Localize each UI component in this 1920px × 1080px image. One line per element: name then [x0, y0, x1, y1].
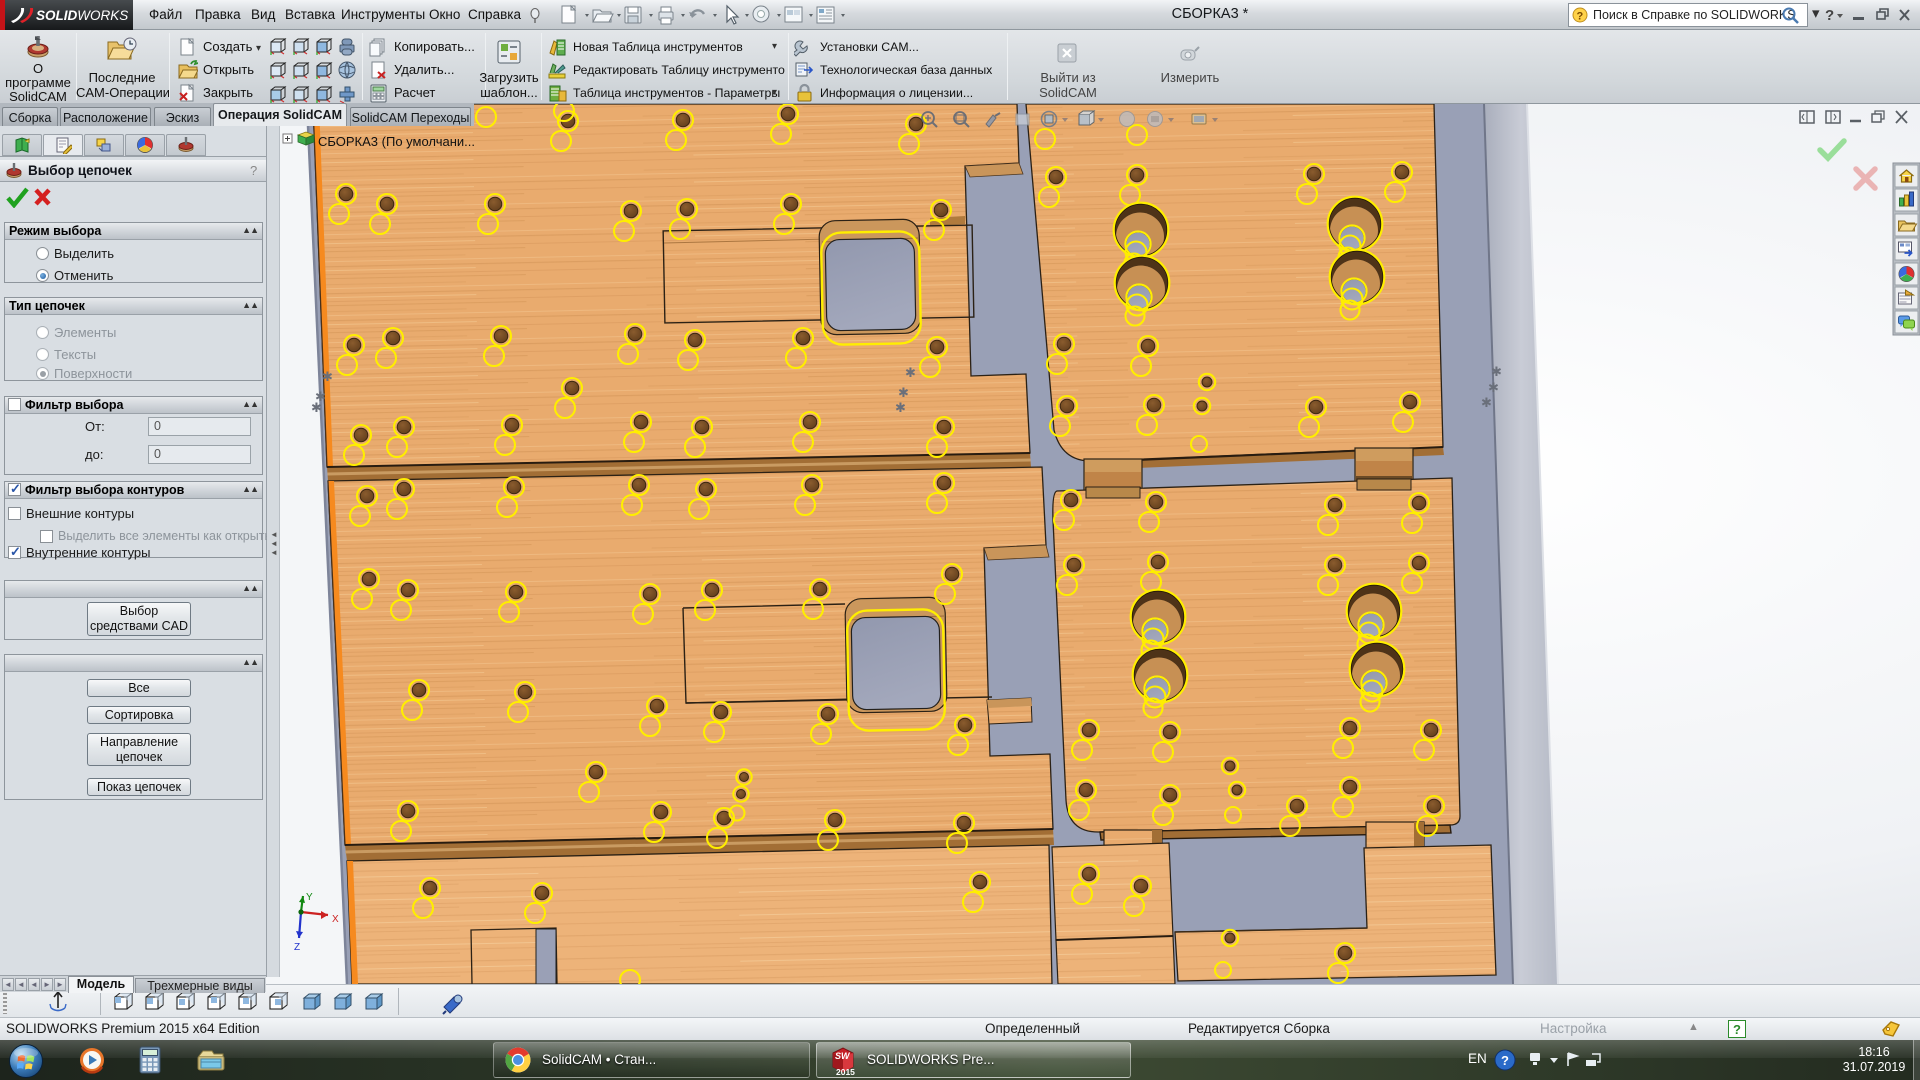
svg-text:?: ?	[1577, 11, 1584, 23]
svg-text:✱: ✱	[895, 400, 906, 415]
svg-text:Y: Y	[306, 892, 313, 903]
svg-text:✱: ✱	[1481, 395, 1492, 410]
svg-text:✱: ✱	[905, 365, 916, 380]
svg-text:2015: 2015	[836, 1067, 855, 1077]
svg-text:SW: SW	[835, 1051, 851, 1061]
svg-text:Z: Z	[294, 942, 300, 953]
svg-text:✱: ✱	[1488, 380, 1499, 395]
svg-text:?: ?	[1825, 7, 1834, 24]
svg-text:✱: ✱	[322, 369, 333, 384]
svg-text:SOLIDWORKS: SOLIDWORKS	[36, 8, 128, 23]
svg-text:?: ?	[1501, 1053, 1509, 1068]
svg-text:✱: ✱	[1491, 364, 1502, 379]
svg-text:✱: ✱	[898, 385, 909, 400]
svg-text:X: X	[332, 914, 339, 925]
svg-text:✱: ✱	[311, 400, 322, 415]
svg-text:СБОРКА3 (По умолчани...: СБОРКА3 (По умолчани...	[318, 134, 475, 149]
